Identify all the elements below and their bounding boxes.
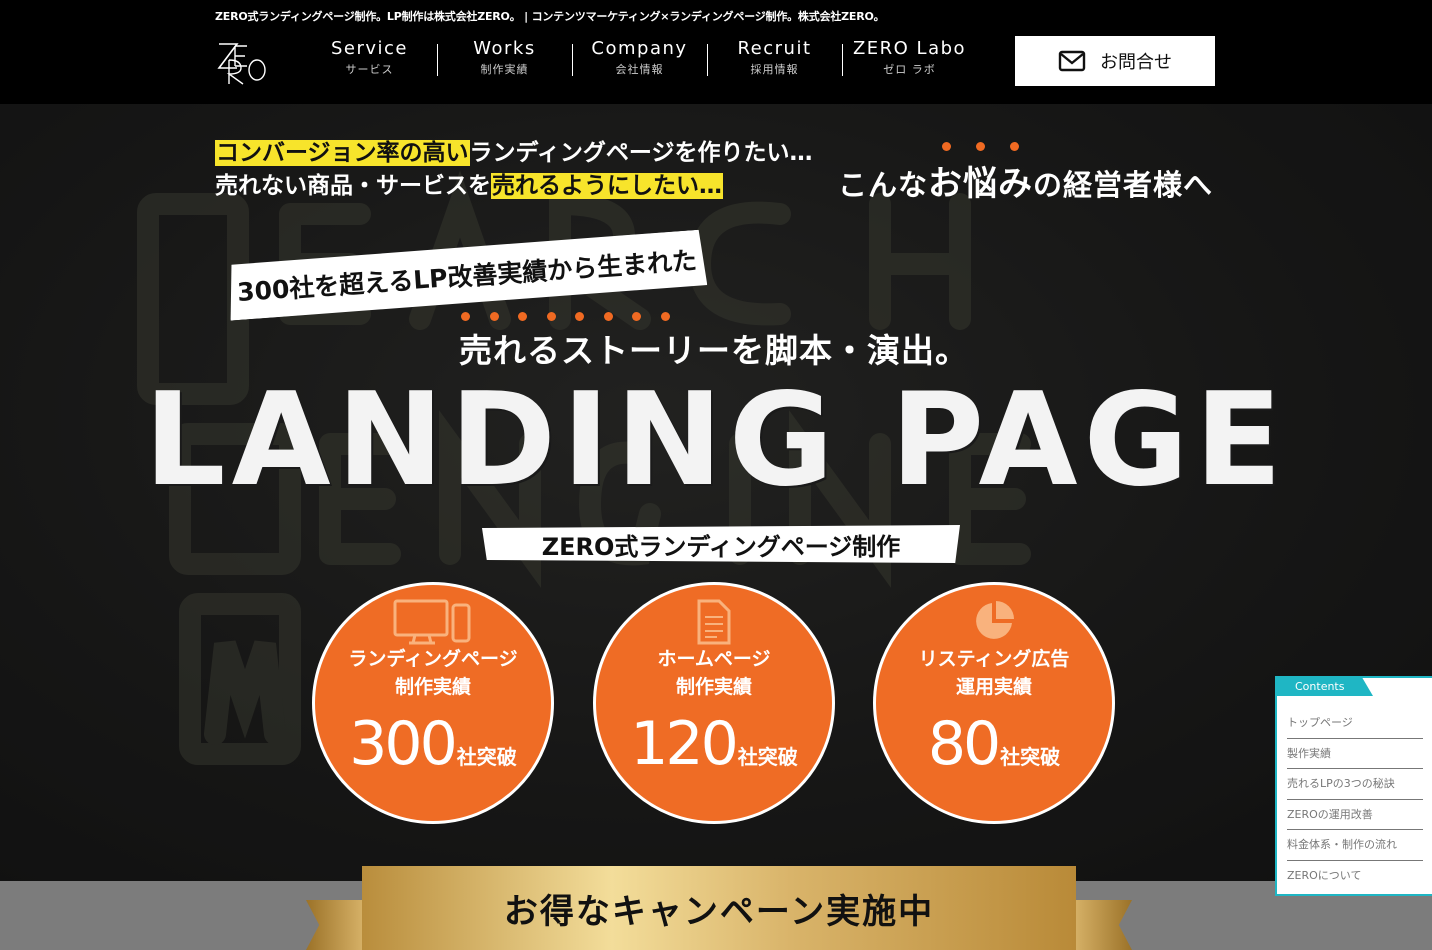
hero-subtitle: ZERO式ランディングページ制作 <box>482 525 960 563</box>
stat-title: ランディングページ 制作実績 <box>315 645 551 701</box>
stat-number: 80 <box>927 709 1001 779</box>
nav-label-ja: 会社情報 <box>615 63 664 76</box>
lead-line-2: 売れない商品・サービスを売れるようにしたい… <box>215 170 812 203</box>
nav-label-ja: 採用情報 <box>750 63 799 76</box>
mail-icon <box>1058 50 1086 72</box>
nav-works[interactable]: Works 制作実績 <box>437 38 572 77</box>
story-emphasis: 売れるストーリー <box>459 331 731 370</box>
zero-logo-icon <box>217 43 266 85</box>
hero-title: LANDING PAGE <box>144 366 1288 515</box>
stat-title-line1: ランディングページ <box>348 648 518 670</box>
stat-title-line1: リスティング広告 <box>918 648 1070 670</box>
lead-line-1: コンバージョン率の高いランディングページを作りたい… <box>215 137 812 170</box>
hero-lead: コンバージョン率の高いランディングページを作りたい… 売れない商品・サービスを売… <box>215 137 812 203</box>
worry-post: の経営者様へ <box>1033 168 1214 202</box>
nav-label-en: Recruit <box>737 38 812 59</box>
stat-title-line2: 運用実績 <box>955 676 1032 698</box>
stat-title: ホームページ 制作実績 <box>596 645 832 701</box>
nav-label-ja: サービス <box>345 63 394 76</box>
worry-emphasis: お悩み <box>928 164 1034 204</box>
contact-button[interactable]: お問合せ <box>1015 36 1215 86</box>
nav-label-en: ZERO Labo <box>852 38 967 59</box>
pie-chart-icon <box>876 599 1112 643</box>
contents-item-operation[interactable]: ZEROの運用改善 <box>1287 800 1423 831</box>
stat-title-line1: ホームページ <box>657 648 771 670</box>
contents-item-top[interactable]: トップページ <box>1287 708 1423 739</box>
contents-item-works[interactable]: 製作実績 <box>1287 739 1423 770</box>
stat-suffix: 社突破 <box>737 745 798 769</box>
nav-recruit[interactable]: Recruit 採用情報 <box>707 38 842 77</box>
lead-text-2: 売れない商品・サービスを <box>215 173 491 199</box>
stats-circles: ランディングページ 制作実績 300 社突破 ホームページ 制作実績 120 社突破 リ… <box>312 582 1118 827</box>
stat-circle-lp: ランディングページ 制作実績 300 社突破 <box>312 582 554 824</box>
stat-title-line2: 制作実績 <box>394 676 471 698</box>
document-icon <box>596 599 832 645</box>
nav-zero-labo[interactable]: ZERO Labo ゼロ ラボ <box>842 38 977 77</box>
worry-heading: こんな お悩みの経営者様へ <box>838 142 1214 205</box>
zero-logo[interactable] <box>215 38 271 86</box>
stat-title-line2: 制作実績 <box>675 676 752 698</box>
campaign-banner[interactable]: お得なキャンペーン実施中 <box>362 866 1076 950</box>
stat-number: 120 <box>630 709 739 779</box>
stat-value: 120 社突破 <box>596 709 832 779</box>
stat-number: 300 <box>349 709 458 779</box>
contents-item-about[interactable]: ZEROについて <box>1287 861 1423 891</box>
hero-section: コンバージョン率の高いランディングページを作りたい… 売れない商品・サービスを売… <box>0 104 1432 881</box>
emphasis-dots <box>930 142 1031 151</box>
nav-label-en: Works <box>473 38 536 59</box>
nav-service[interactable]: Service サービス <box>302 38 437 77</box>
stat-title: リスティング広告 運用実績 <box>876 645 1112 701</box>
devices-icon <box>315 599 551 645</box>
contents-item-pricing[interactable]: 料金体系・制作の流れ <box>1287 830 1423 861</box>
nav-label-en: Company <box>591 38 688 59</box>
nav-label-ja: ゼロ ラボ <box>883 63 936 76</box>
lead-highlight-1: コンバージョン率の高い <box>215 140 470 166</box>
story-heading: 売れるストーリーを脚本・演出。 <box>0 312 1432 372</box>
story-rest: を脚本・演出。 <box>731 331 969 370</box>
main-nav: Service サービス Works 制作実績 Company 会社情報 Rec… <box>302 38 977 77</box>
nav-label-ja: 制作実績 <box>480 63 529 76</box>
nav-company[interactable]: Company 会社情報 <box>572 38 707 77</box>
contents-tab[interactable]: Contents <box>1275 676 1373 696</box>
nav-label-en: Service <box>330 38 409 59</box>
stat-value: 300 社突破 <box>315 709 551 779</box>
lead-highlight-2: 売れるようにしたい… <box>491 173 723 199</box>
site-header: ZERO式ランディングページ制作。LP制作は株式会社ZERO。 | コンテンツマ… <box>0 0 1432 104</box>
header-tagline: ZERO式ランディングページ制作。LP制作は株式会社ZERO。 | コンテンツマ… <box>215 10 885 23</box>
stat-suffix: 社突破 <box>1000 745 1061 769</box>
contents-item-secrets[interactable]: 売れるLPの3つの秘訣 <box>1287 769 1423 800</box>
contact-label: お問合せ <box>1100 52 1172 73</box>
contents-list: トップページ 製作実績 売れるLPの3つの秘訣 ZEROの運用改善 料金体系・制… <box>1287 708 1423 891</box>
worry-pre: こんな <box>838 168 929 202</box>
stat-suffix: 社突破 <box>456 745 517 769</box>
stat-value: 80 社突破 <box>876 709 1112 779</box>
stat-circle-listing: リスティング広告 運用実績 80 社突破 <box>873 582 1115 824</box>
emphasis-dots <box>461 312 670 321</box>
stat-circle-hp: ホームページ 制作実績 120 社突破 <box>593 582 835 824</box>
lead-text-1: ランディングページを作りたい… <box>469 140 813 166</box>
contents-panel: Contents トップページ 製作実績 売れるLPの3つの秘訣 ZEROの運用… <box>1275 676 1432 896</box>
